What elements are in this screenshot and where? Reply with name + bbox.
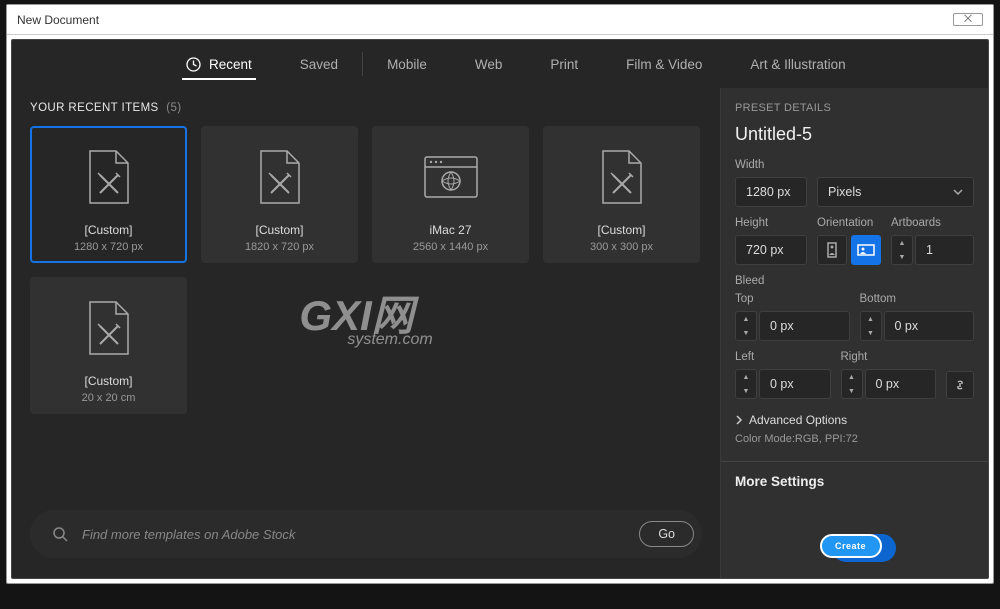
chevron-right-icon — [735, 415, 743, 425]
preset-details-header: PRESET DETAILS — [735, 102, 974, 114]
dialog-body: YOUR RECENT ITEMS (5) [Custom] 1280 x 720… — [12, 88, 988, 578]
artboards-input[interactable]: 1 — [915, 235, 974, 265]
orientation-portrait[interactable] — [817, 235, 847, 265]
preset-name: [Custom] — [255, 223, 303, 237]
web-preset-icon — [423, 149, 479, 205]
preset-name: [Custom] — [597, 223, 645, 237]
bleed-top-input[interactable]: 0 px — [759, 311, 850, 341]
stock-search[interactable]: Find more templates on Adobe Stock Go — [30, 510, 702, 558]
right-label: Right — [841, 351, 937, 363]
search-icon — [52, 526, 68, 542]
custom-preset-icon — [257, 149, 303, 205]
preset-dimensions: 20 x 20 cm — [82, 392, 136, 404]
preset-details-panel: PRESET DETAILS Untitled-5 Width 1280 px … — [720, 88, 988, 578]
preset-name: [Custom] — [84, 223, 132, 237]
tab-art-illustration[interactable]: Art & Illustration — [726, 40, 869, 88]
bleed-top-stepper[interactable]: ▲▼ — [735, 311, 757, 341]
dialog-content: RecentSavedMobileWebPrintFilm & VideoArt… — [11, 39, 989, 579]
preset-card[interactable]: [Custom] 1820 x 720 px — [201, 126, 358, 263]
tab-mobile[interactable]: Mobile — [363, 40, 451, 88]
bleed-label: Bleed — [735, 275, 974, 287]
width-label: Width — [735, 159, 974, 171]
divider — [721, 461, 988, 462]
height-input[interactable]: 720 px — [735, 235, 807, 265]
height-label: Height — [735, 217, 807, 229]
clock-icon — [186, 57, 201, 72]
preset-card[interactable]: iMac 27 2560 x 1440 px — [372, 126, 529, 263]
document-name[interactable]: Untitled-5 — [735, 124, 974, 145]
link-bleed-button[interactable] — [946, 371, 974, 399]
link-icon — [953, 378, 967, 392]
preset-dimensions: 1820 x 720 px — [245, 241, 314, 253]
custom-preset-icon — [599, 149, 645, 205]
preset-card[interactable]: [Custom] 300 x 300 px — [543, 126, 700, 263]
create-button[interactable]: Create — [820, 532, 890, 562]
advanced-options-toggle[interactable]: Advanced Options — [735, 413, 974, 427]
width-input[interactable]: 1280 px — [735, 177, 807, 207]
tab-print[interactable]: Print — [526, 40, 602, 88]
titlebar: New Document ⨉ — [7, 5, 993, 35]
window-title: New Document — [17, 13, 99, 27]
close-button[interactable]: ⨉ — [953, 13, 983, 26]
category-tabs: RecentSavedMobileWebPrintFilm & VideoArt… — [12, 40, 988, 88]
preset-name: iMac 27 — [429, 223, 471, 237]
new-document-window: New Document ⨉ RecentSavedMobileWebPrint… — [6, 4, 994, 584]
tab-recent[interactable]: Recent — [162, 40, 276, 88]
preset-cards: [Custom] 1280 x 720 px [Custom] 1820 x 720 … — [30, 126, 702, 414]
preset-name: [Custom] — [84, 374, 132, 388]
preset-card[interactable]: [Custom] 1280 x 720 px — [30, 126, 187, 263]
orientation-label: Orientation — [817, 217, 881, 229]
search-placeholder: Find more templates on Adobe Stock — [82, 527, 625, 542]
color-mode-info: Color Mode:RGB, PPI:72 — [735, 433, 974, 445]
artboards-label: Artboards — [891, 217, 974, 229]
tab-saved[interactable]: Saved — [276, 40, 362, 88]
preset-dimensions: 300 x 300 px — [590, 241, 653, 253]
bleed-bottom-input[interactable]: 0 px — [884, 311, 975, 341]
presets-panel: YOUR RECENT ITEMS (5) [Custom] 1280 x 720… — [12, 88, 720, 578]
custom-preset-icon — [86, 149, 132, 205]
left-label: Left — [735, 351, 831, 363]
bleed-bottom-stepper[interactable]: ▲▼ — [860, 311, 882, 341]
top-label: Top — [735, 293, 850, 305]
tab-web[interactable]: Web — [451, 40, 527, 88]
preset-card[interactable]: [Custom] 20 x 20 cm — [30, 277, 187, 414]
orientation-landscape[interactable] — [851, 235, 881, 265]
preset-dimensions: 1280 x 720 px — [74, 241, 143, 253]
bleed-left-input[interactable]: 0 px — [759, 369, 831, 399]
tab-film-video[interactable]: Film & Video — [602, 40, 726, 88]
bleed-right-stepper[interactable]: ▲▼ — [841, 369, 863, 399]
chevron-down-icon — [953, 187, 963, 197]
bottom-label: Bottom — [860, 293, 975, 305]
bleed-right-input[interactable]: 0 px — [865, 369, 937, 399]
recent-items-label: YOUR RECENT ITEMS (5) — [30, 102, 702, 114]
more-settings-button[interactable]: More Settings — [735, 474, 974, 489]
bleed-left-stepper[interactable]: ▲▼ — [735, 369, 757, 399]
units-select[interactable]: Pixels — [817, 177, 974, 207]
preset-dimensions: 2560 x 1440 px — [413, 241, 488, 253]
custom-preset-icon — [86, 300, 132, 356]
artboards-stepper[interactable]: ▲▼ — [891, 235, 913, 265]
go-button[interactable]: Go — [639, 521, 694, 547]
